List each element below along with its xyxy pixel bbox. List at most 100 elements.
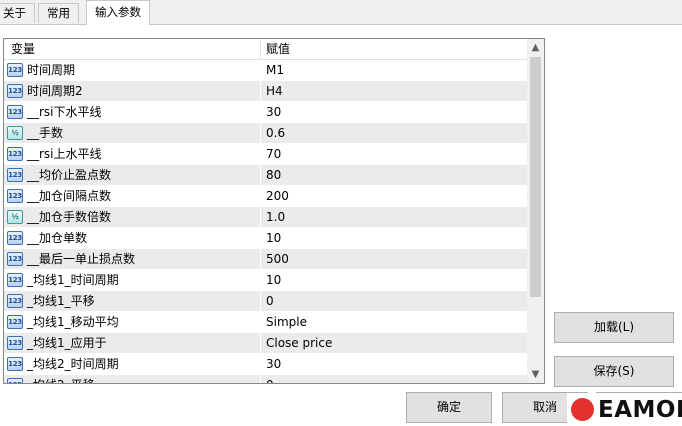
parameter-name: _均线2_平移 <box>27 375 95 383</box>
column-header-variable[interactable]: 变量 <box>11 39 35 59</box>
column-header-value[interactable]: 赋值 <box>266 39 290 59</box>
int-param-icon: 123 <box>7 336 23 350</box>
parameter-name: 时间周期 <box>27 63 76 77</box>
cell-divider <box>260 375 261 383</box>
parameter-row[interactable]: 123 _均线1_平移 0 <box>4 291 527 312</box>
column-divider[interactable] <box>260 39 261 59</box>
cell-divider <box>260 270 261 291</box>
parameter-row[interactable]: 123 _均线1_应用于 Close price <box>4 333 527 354</box>
parameter-row[interactable]: 123 __rsi上水平线 70 <box>4 144 527 165</box>
parameter-value[interactable]: H4 <box>266 81 283 101</box>
watermark-logo: EAMOL <box>567 393 682 426</box>
tab-common[interactable]: 常用 <box>38 3 79 23</box>
int-param-icon: 123 <box>7 315 23 329</box>
int-param-icon: 123 <box>7 252 23 266</box>
parameter-value[interactable]: 10 <box>266 228 281 248</box>
cell-divider <box>260 186 261 207</box>
parameter-name: __最后一单止损点数 <box>27 252 136 266</box>
parameter-name-cell: 123 __最后一单止损点数 <box>4 249 260 269</box>
parameter-name-cell: 123 __rsi上水平线 <box>4 144 260 164</box>
parameter-value[interactable]: 0 <box>266 375 274 383</box>
cell-divider <box>260 102 261 123</box>
parameter-name-cell: 123 _均线1_平移 <box>4 291 260 311</box>
parameter-row[interactable]: 123 _均线1_移动平均 Simple <box>4 312 527 333</box>
int-param-icon: 123 <box>7 63 23 77</box>
parameter-value[interactable]: 80 <box>266 165 281 185</box>
parameter-name-cell: ½ __加仓手数倍数 <box>4 207 260 227</box>
cell-divider <box>260 207 261 228</box>
parameter-value[interactable]: 1.0 <box>266 207 285 227</box>
parameter-name: _均线2_时间周期 <box>27 357 119 371</box>
parameter-row[interactable]: 123 __均价止盈点数 80 <box>4 165 527 186</box>
parameter-name: 时间周期2 <box>27 84 83 98</box>
parameter-name: _均线1_时间周期 <box>27 273 119 287</box>
parameter-name-cell: 123 时间周期2 <box>4 81 260 101</box>
double-param-icon: ½ <box>7 210 23 224</box>
parameter-name-cell: 123 __rsi下水平线 <box>4 102 260 122</box>
parameter-row[interactable]: 123 __最后一单止损点数 500 <box>4 249 527 270</box>
grid-rows: 123 时间周期 M1 123 时间周期2 H4 123 __rsi下水平线 30 ½ __手数 0.… <box>4 60 527 383</box>
cell-divider <box>260 291 261 312</box>
parameter-value[interactable]: 10 <box>266 270 281 290</box>
parameter-row[interactable]: 123 _均线2_平移 0 <box>4 375 527 383</box>
parameter-row[interactable]: 123 __加仓单数 10 <box>4 228 527 249</box>
watermark-text: EAMOL <box>598 397 682 423</box>
parameter-name-cell: 123 __加仓单数 <box>4 228 260 248</box>
parameter-value[interactable]: Simple <box>266 312 307 332</box>
parameter-row[interactable]: 123 __rsi下水平线 30 <box>4 102 527 123</box>
cell-divider <box>260 165 261 186</box>
parameter-name-cell: 123 _均线2_时间周期 <box>4 354 260 374</box>
parameter-value[interactable]: M1 <box>266 60 284 80</box>
int-param-icon: 123 <box>7 294 23 308</box>
double-param-icon: ½ <box>7 126 23 140</box>
parameter-row[interactable]: ½ __加仓手数倍数 1.0 <box>4 207 527 228</box>
load-button[interactable]: 加载(L) <box>554 312 674 343</box>
int-param-icon: 123 <box>7 84 23 98</box>
parameter-grid[interactable]: 变量 赋值 123 时间周期 M1 123 时间周期2 H4 123 __rsi下水平线 30 ½… <box>3 38 545 384</box>
int-param-icon: 123 <box>7 147 23 161</box>
parameter-value[interactable]: 30 <box>266 354 281 374</box>
parameter-row[interactable]: 123 _均线1_时间周期 10 <box>4 270 527 291</box>
tab-inputs[interactable]: 输入参数 <box>86 0 150 25</box>
int-param-icon: 123 <box>7 168 23 182</box>
cell-divider <box>260 228 261 249</box>
save-button[interactable]: 保存(S) <box>554 356 674 387</box>
parameter-name: __加仓间隔点数 <box>27 189 112 203</box>
vertical-scrollbar[interactable]: ▲ ▼ <box>527 39 544 383</box>
parameter-name-cell: 123 __均价止盈点数 <box>4 165 260 185</box>
scroll-down-icon[interactable]: ▼ <box>527 366 544 383</box>
int-param-icon: 123 <box>7 378 23 383</box>
parameter-name-cell: 123 时间周期 <box>4 60 260 80</box>
parameter-value[interactable]: 0.6 <box>266 123 285 143</box>
logo-icon <box>571 398 594 421</box>
parameter-row[interactable]: 123 时间周期 M1 <box>4 60 527 81</box>
int-param-icon: 123 <box>7 231 23 245</box>
scroll-up-icon[interactable]: ▲ <box>527 39 544 56</box>
parameter-name: __加仓手数倍数 <box>27 210 112 224</box>
parameter-value[interactable]: 0 <box>266 291 274 311</box>
tab-about[interactable]: 关于 <box>0 3 35 23</box>
parameter-row[interactable]: 123 __加仓间隔点数 200 <box>4 186 527 207</box>
parameter-value[interactable]: 70 <box>266 144 281 164</box>
parameter-value[interactable]: 200 <box>266 186 289 206</box>
int-param-icon: 123 <box>7 357 23 371</box>
parameter-name-cell: 123 _均线1_移动平均 <box>4 312 260 332</box>
int-param-icon: 123 <box>7 189 23 203</box>
cell-divider <box>260 354 261 375</box>
cell-divider <box>260 333 261 354</box>
cell-divider <box>260 81 261 102</box>
parameter-row[interactable]: 123 _均线2_时间周期 30 <box>4 354 527 375</box>
parameter-name: _均线1_移动平均 <box>27 315 119 329</box>
ok-button[interactable]: 确定 <box>406 392 492 423</box>
parameter-value[interactable]: Close price <box>266 333 332 353</box>
parameter-name: __加仓单数 <box>27 231 88 245</box>
parameter-row[interactable]: 123 时间周期2 H4 <box>4 81 527 102</box>
int-param-icon: 123 <box>7 105 23 119</box>
scroll-thumb[interactable] <box>530 57 541 297</box>
parameter-name-cell: 123 _均线2_平移 <box>4 375 260 383</box>
parameter-name: __手数 <box>27 126 64 140</box>
parameter-value[interactable]: 30 <box>266 102 281 122</box>
parameter-value[interactable]: 500 <box>266 249 289 269</box>
parameter-name-cell: 123 _均线1_时间周期 <box>4 270 260 290</box>
parameter-row[interactable]: ½ __手数 0.6 <box>4 123 527 144</box>
